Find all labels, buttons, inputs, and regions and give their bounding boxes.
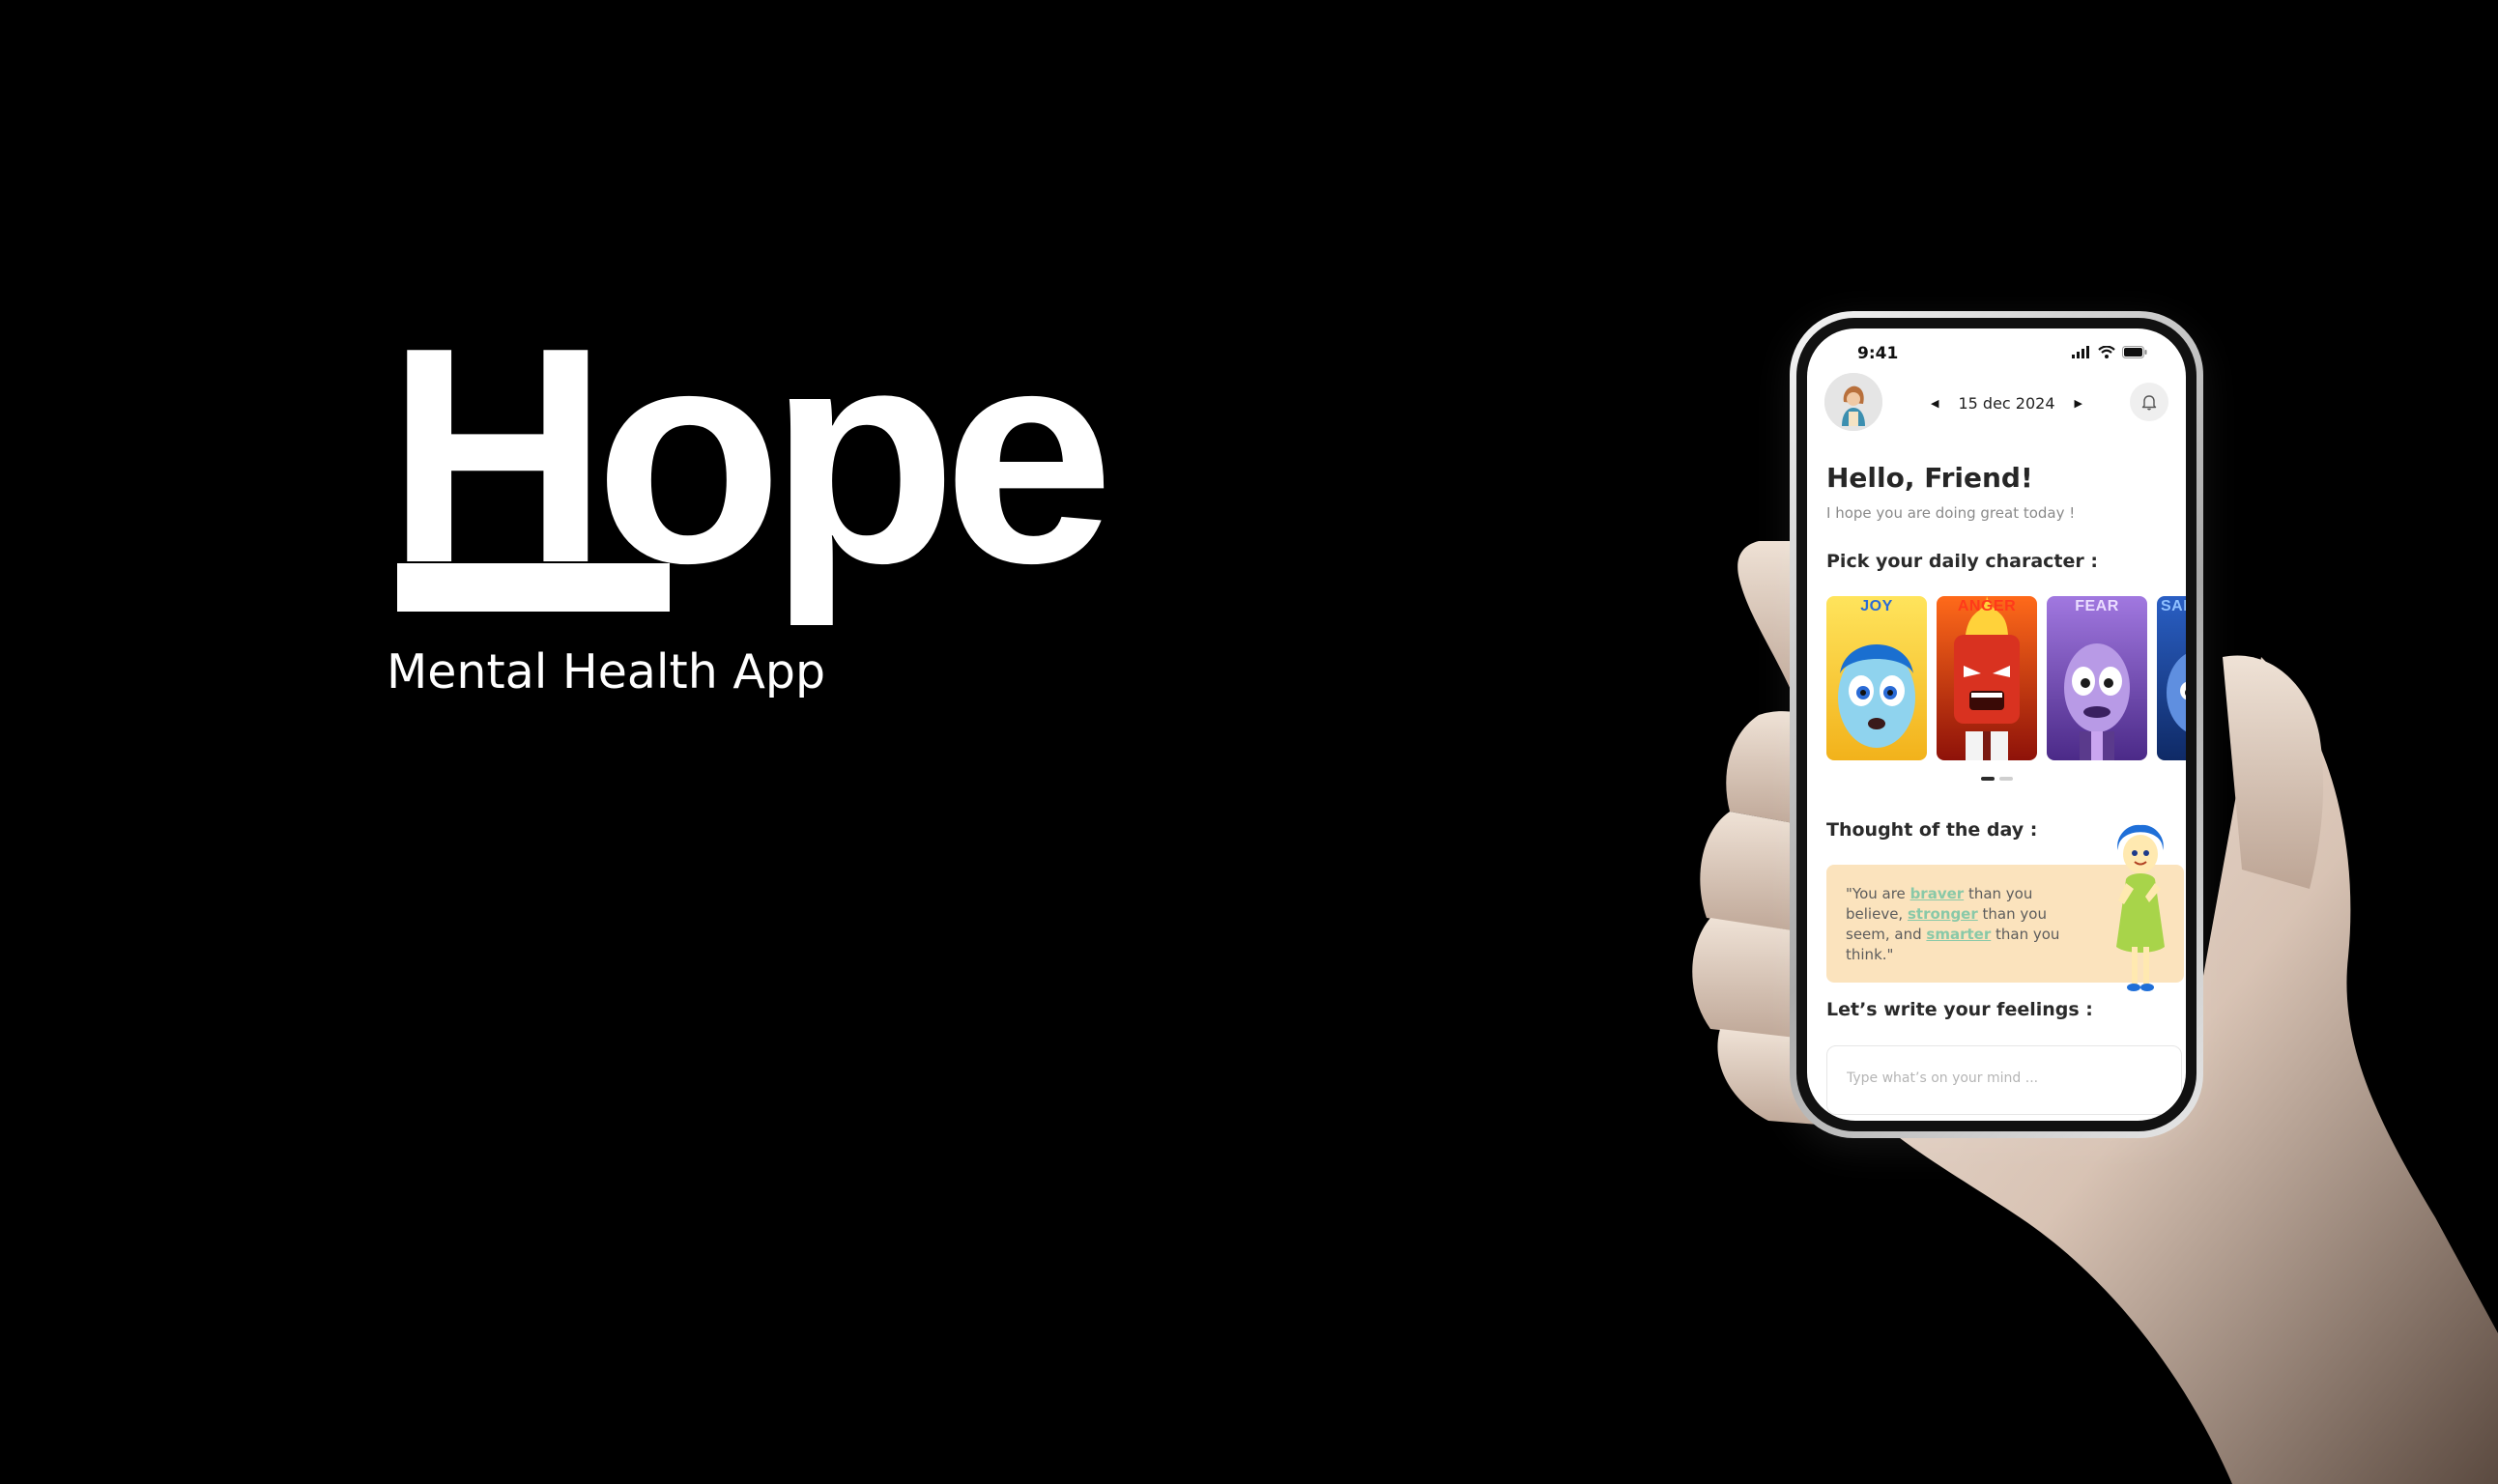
status-bar: 9:41 [1807, 344, 2186, 365]
battery-icon [2122, 346, 2147, 358]
chevron-right-icon[interactable]: ▶ [2075, 397, 2082, 410]
character-carousel: JOY ANGER FEAR SA [1826, 596, 2186, 760]
carousel-pagination [1981, 777, 2013, 781]
notification-button[interactable] [2130, 383, 2168, 421]
character-card-anger[interactable]: ANGER [1937, 596, 2037, 760]
greeting-title: Hello, Friend! [1826, 462, 2033, 494]
thought-quote: "You are braver than you believe, strong… [1846, 884, 2068, 965]
pagination-dot-active[interactable] [1981, 777, 1995, 781]
quote-highlight: braver [1909, 885, 1965, 902]
phone-mockup: 9:41 ◀ 15 dec 2024 ▶ Hello, Friend! I ho… [1790, 311, 2203, 1138]
brand-block: Hope Mental Health App [387, 302, 1114, 700]
characters-title: Pick your daily character : [1826, 551, 2098, 572]
feelings-input[interactable] [1845, 1070, 2158, 1087]
bell-icon [2141, 395, 2157, 411]
sad-poster [2157, 596, 2186, 760]
signal-icon [2072, 346, 2089, 358]
character-name: FEAR [2075, 598, 2119, 614]
status-icons [2072, 346, 2147, 358]
current-date: 15 dec 2024 [1958, 394, 2055, 413]
phone-bezel: 9:41 ◀ 15 dec 2024 ▶ Hello, Friend! I ho… [1796, 318, 2197, 1131]
wifi-icon [2098, 346, 2115, 358]
joy-character-illustration [2116, 824, 2165, 991]
pagination-dot[interactable] [1999, 777, 2013, 781]
status-time: 9:41 [1857, 344, 1899, 363]
feelings-input-box[interactable] [1826, 1045, 2182, 1115]
feelings-title: Let’s write your feelings : [1826, 999, 2093, 1020]
character-card-sad[interactable]: SAD [2157, 596, 2186, 760]
avatar-portrait [1824, 373, 1882, 431]
quote-highlight: stronger [1907, 905, 1978, 923]
joy-poster [1826, 596, 1927, 760]
greeting-subtitle: I hope you are doing great today ! [1826, 504, 2076, 522]
character-name: SAD [2161, 598, 2186, 614]
character-name: ANGER [1957, 598, 2017, 614]
quote-highlight: smarter [1926, 926, 1992, 943]
anger-poster [1937, 596, 2037, 760]
app-screen: 9:41 ◀ 15 dec 2024 ▶ Hello, Friend! I ho… [1807, 328, 2186, 1121]
thought-title: Thought of the day : [1826, 819, 2038, 841]
character-card-fear[interactable]: FEAR [2047, 596, 2147, 760]
fear-poster [2047, 596, 2147, 760]
chevron-left-icon[interactable]: ◀ [1931, 397, 1938, 410]
date-navigator: ◀ 15 dec 2024 ▶ [1931, 394, 2082, 413]
character-card-joy[interactable]: JOY [1826, 596, 1927, 760]
character-name: JOY [1860, 598, 1893, 614]
logo-underline-bar [397, 563, 670, 612]
avatar[interactable] [1824, 373, 1882, 431]
tagline: Mental Health App [387, 644, 826, 699]
quote-text: "You are [1846, 885, 1910, 902]
hope-logo: Hope [387, 302, 1114, 614]
